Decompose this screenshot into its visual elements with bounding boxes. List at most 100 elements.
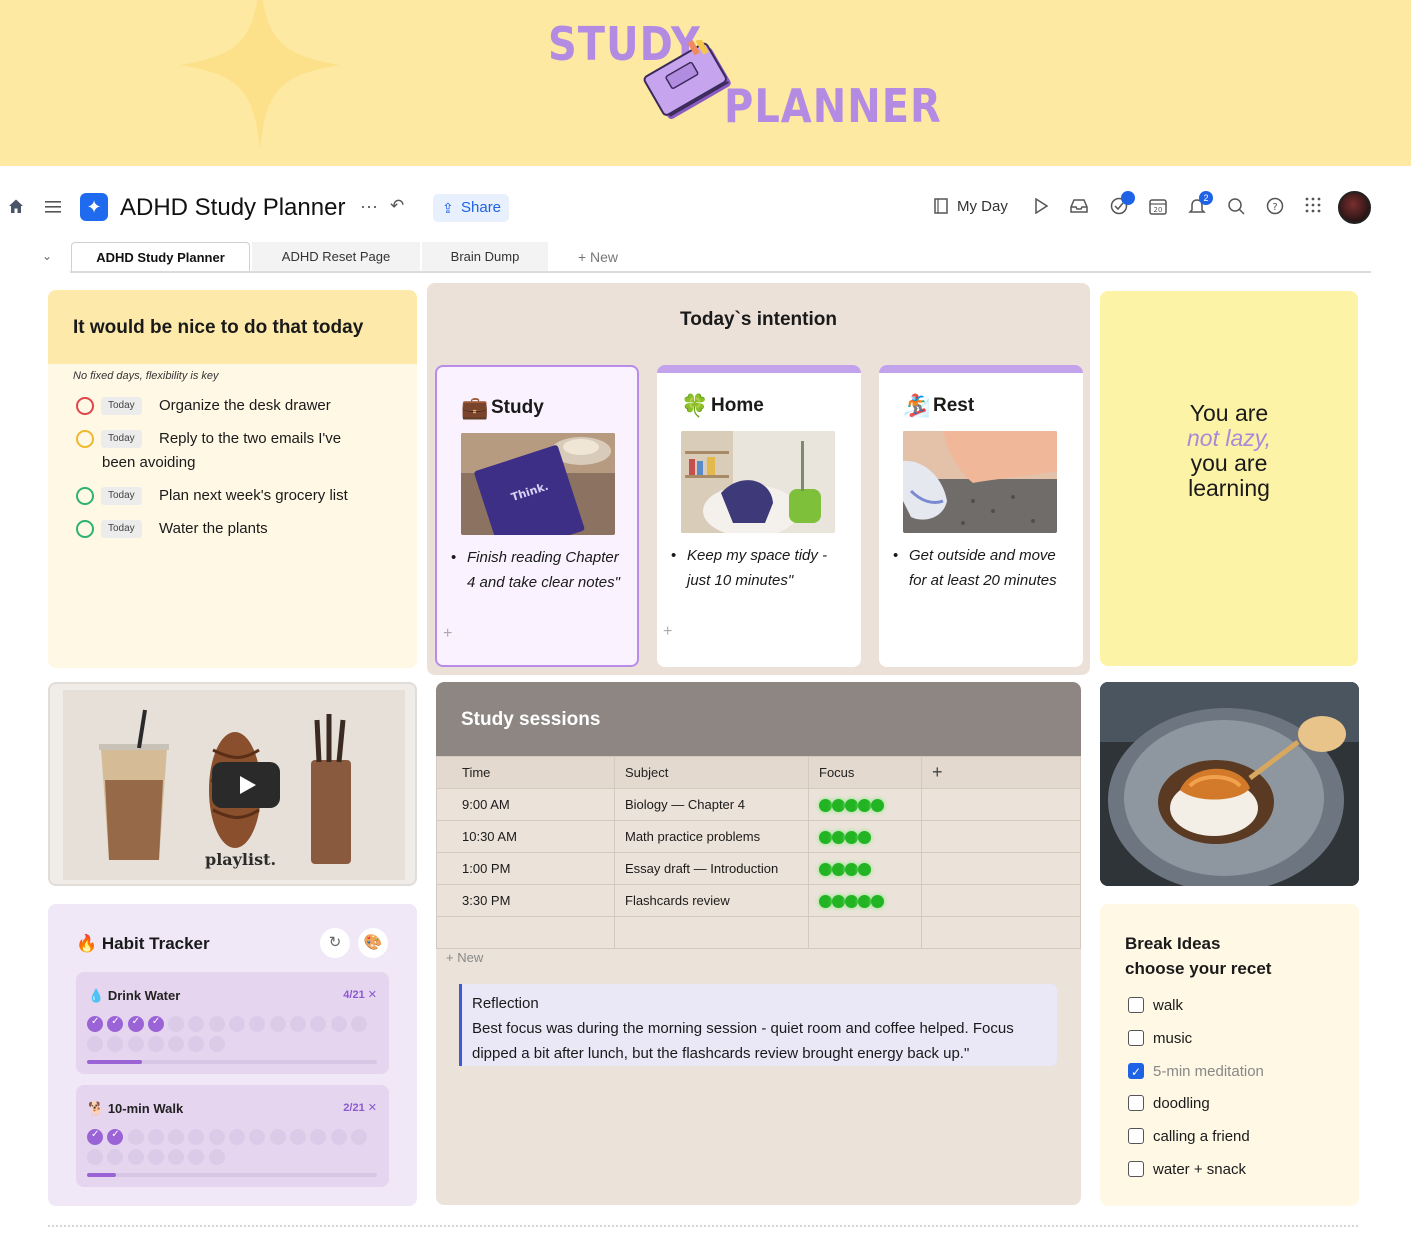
play-icon[interactable]: [1034, 197, 1049, 218]
playlist-video-card[interactable]: playlist.: [48, 682, 417, 886]
cell-empty[interactable]: [921, 916, 1081, 949]
cell-focus[interactable]: [808, 788, 922, 821]
break-idea-item[interactable]: doodling: [1128, 1094, 1210, 1114]
todo-item[interactable]: Today Reply to the two emails I've been …: [76, 427, 406, 475]
break-idea-item[interactable]: 5-min meditation: [1128, 1062, 1264, 1082]
add-column-icon[interactable]: +: [921, 756, 1081, 789]
tab-brain-dump[interactable]: Brain Dump: [422, 242, 548, 272]
tab-adhd-study-planner[interactable]: ADHD Study Planner: [71, 242, 250, 272]
cell-empty[interactable]: [808, 916, 922, 949]
table-row[interactable]: 10:30 AM Math practice problems: [436, 820, 1081, 853]
habit-day[interactable]: [310, 1129, 327, 1145]
cell-empty[interactable]: [921, 788, 1081, 821]
habit-day[interactable]: [208, 1036, 225, 1052]
close-icon[interactable]: ✕: [368, 1102, 377, 1114]
habit-day-checked[interactable]: [87, 1129, 103, 1145]
cell-empty[interactable]: [614, 916, 809, 949]
habit-day[interactable]: [229, 1016, 246, 1032]
habit-day[interactable]: [147, 1036, 164, 1052]
checkbox[interactable]: [1128, 1062, 1144, 1082]
cell-focus[interactable]: [808, 820, 922, 853]
habit-day[interactable]: [168, 1149, 185, 1165]
habit-day[interactable]: [249, 1129, 266, 1145]
cell-time[interactable]: 3:30 PM: [436, 884, 615, 917]
habit-day[interactable]: [229, 1129, 246, 1145]
avatar[interactable]: [1338, 191, 1371, 224]
break-idea-item[interactable]: walk: [1128, 996, 1183, 1016]
habit-day[interactable]: [350, 1016, 367, 1032]
table-row[interactable]: 1:00 PM Essay draft — Introduction: [436, 852, 1081, 885]
habit-day[interactable]: [269, 1129, 286, 1145]
add-icon[interactable]: +: [443, 625, 452, 643]
cell-time[interactable]: 9:00 AM: [436, 788, 615, 821]
habit-day[interactable]: [188, 1129, 205, 1145]
todo-checkbox[interactable]: [76, 487, 94, 505]
checkbox[interactable]: [1128, 997, 1144, 1013]
habit-dots[interactable]: [87, 1016, 377, 1056]
habit-item-drink-water[interactable]: 💧 Drink Water 4/21 ✕: [76, 972, 389, 1074]
habit-day[interactable]: [127, 1036, 144, 1052]
undo-icon[interactable]: ↶: [390, 196, 404, 216]
close-icon[interactable]: ✕: [368, 989, 377, 1001]
table-row-empty[interactable]: [436, 916, 1081, 949]
cell-subject[interactable]: Math practice problems: [614, 820, 809, 853]
intention-study-card[interactable]: 💼Study Think. Finish reading Chapter 4 a…: [435, 365, 639, 667]
menu-icon[interactable]: [45, 198, 61, 218]
checkbox[interactable]: [1128, 1029, 1144, 1046]
palette-icon[interactable]: 🎨: [358, 928, 388, 958]
habit-day[interactable]: [249, 1016, 266, 1032]
todo-checkbox[interactable]: [76, 520, 94, 538]
habit-day[interactable]: [330, 1016, 347, 1032]
cell-empty[interactable]: [921, 884, 1081, 917]
intention-home-card[interactable]: 🍀Home Keep my space tidy - just 10 minut…: [657, 365, 861, 667]
habit-day[interactable]: [127, 1149, 144, 1165]
play-button-icon[interactable]: [212, 762, 280, 808]
table-row[interactable]: 9:00 AM Biology — Chapter 4: [436, 788, 1081, 821]
home-icon[interactable]: [8, 198, 24, 218]
break-idea-item[interactable]: calling a friend: [1128, 1127, 1250, 1147]
todo-checkbox[interactable]: [76, 397, 94, 415]
habit-day-checked[interactable]: [147, 1016, 164, 1032]
habit-day-checked[interactable]: [107, 1129, 124, 1145]
habit-day[interactable]: [330, 1129, 347, 1145]
share-button[interactable]: ⇪ Share: [433, 194, 509, 222]
cell-empty[interactable]: [921, 852, 1081, 885]
habit-day[interactable]: [188, 1036, 205, 1052]
apps-grid-icon[interactable]: [1305, 197, 1321, 217]
habit-day[interactable]: [208, 1149, 225, 1165]
help-icon[interactable]: ?: [1266, 197, 1284, 219]
add-row-button[interactable]: + New: [446, 950, 483, 965]
habit-day[interactable]: [107, 1149, 124, 1165]
habit-day[interactable]: [310, 1016, 327, 1032]
break-idea-item[interactable]: music: [1128, 1029, 1192, 1049]
break-idea-item[interactable]: water + snack: [1128, 1160, 1246, 1180]
new-tab-button[interactable]: + New: [568, 242, 628, 272]
column-header-focus[interactable]: Focus: [808, 756, 922, 789]
habit-item-walk[interactable]: 🐕 10-min Walk 2/21 ✕: [76, 1085, 389, 1187]
habit-dots[interactable]: [87, 1129, 377, 1169]
habit-day[interactable]: [168, 1129, 185, 1145]
column-header-time[interactable]: Time: [436, 756, 615, 789]
habit-day[interactable]: [289, 1016, 306, 1032]
habit-day[interactable]: [127, 1129, 144, 1145]
cell-focus[interactable]: [808, 852, 922, 885]
cell-empty[interactable]: [921, 820, 1081, 853]
checkbox[interactable]: [1128, 1095, 1144, 1112]
habit-day[interactable]: [208, 1016, 225, 1032]
todo-item[interactable]: Today Organize the desk drawer: [76, 394, 406, 418]
tab-adhd-reset-page[interactable]: ADHD Reset Page: [252, 242, 420, 272]
intention-rest-card[interactable]: 🏂Rest Get outside and move for at least …: [879, 365, 1083, 667]
inbox-icon[interactable]: [1070, 198, 1088, 218]
habit-day[interactable]: [289, 1129, 306, 1145]
video-thumbnail[interactable]: playlist.: [63, 690, 405, 880]
calendar-icon[interactable]: 20: [1149, 197, 1167, 219]
cell-subject[interactable]: Flashcards review: [614, 884, 809, 917]
todo-checkbox[interactable]: [76, 430, 94, 448]
habit-day-checked[interactable]: [127, 1016, 144, 1032]
habit-day[interactable]: [87, 1036, 103, 1052]
reset-icon[interactable]: ↻: [320, 928, 350, 958]
habit-day[interactable]: [147, 1129, 164, 1145]
habit-day[interactable]: [269, 1016, 286, 1032]
cell-time[interactable]: 10:30 AM: [436, 820, 615, 853]
table-row[interactable]: 3:30 PM Flashcards review: [436, 884, 1081, 917]
